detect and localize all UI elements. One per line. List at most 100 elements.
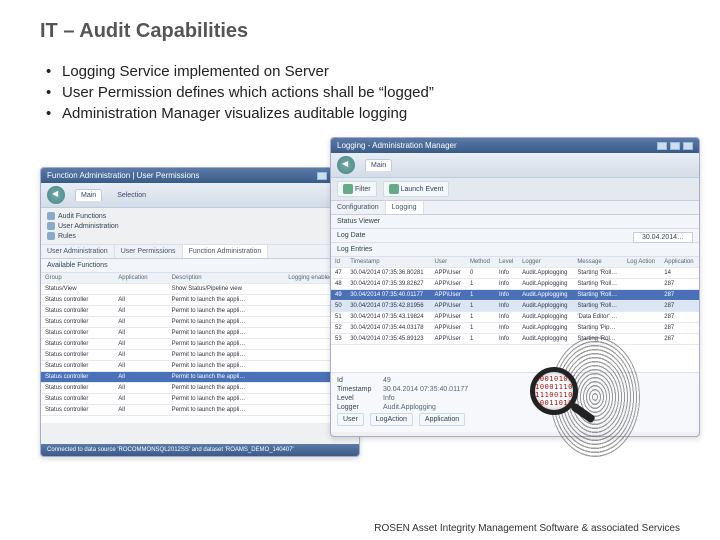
- table-cell: [114, 284, 167, 295]
- table-cell: All: [114, 405, 167, 416]
- table-row[interactable]: Status controllerAllPermit to launch the…: [41, 350, 359, 361]
- table-cell: 30.04/2014 07:35:45.89123: [346, 334, 430, 345]
- table-cell: Status controller: [41, 350, 114, 361]
- column-header[interactable]: Group: [41, 273, 114, 284]
- functions-table-wrap[interactable]: GroupApplicationDescriptionLogging enabl…: [41, 273, 359, 423]
- detail-chip-user[interactable]: User: [337, 413, 364, 426]
- detail-chip-application[interactable]: Application: [419, 413, 465, 426]
- table-cell: 30.04/2014 07:35:42.81956: [346, 301, 430, 312]
- sidebar-item-label: Rules: [58, 233, 76, 240]
- sidebar-item[interactable]: Audit Functions: [47, 211, 353, 221]
- log-date-row: Log Date 30.04.2014…: [331, 229, 699, 243]
- detail-ts-value: 30.04.2014 07:35:40.01177: [383, 386, 468, 393]
- sidebar-item[interactable]: User Administration: [47, 221, 353, 231]
- table-cell: 52: [331, 323, 346, 334]
- column-header[interactable]: Timestamp: [346, 257, 430, 268]
- log-date-value[interactable]: 30.04.2014…: [633, 232, 693, 243]
- table-row[interactable]: 5130.04/2014 07:35:43.19824APP\User1Info…: [331, 312, 699, 323]
- table-row[interactable]: 4930.04/2014 07:35:40.01177APP\User1Info…: [331, 290, 699, 301]
- column-header[interactable]: User: [430, 257, 466, 268]
- table-row[interactable]: Status controllerAllPermit to launch the…: [41, 339, 359, 350]
- table-cell: Status controller: [41, 339, 114, 350]
- tab-configuration[interactable]: Configuration: [331, 201, 386, 214]
- minimize-icon[interactable]: [657, 142, 667, 150]
- column-header[interactable]: Application: [114, 273, 167, 284]
- table-cell: All: [114, 295, 167, 306]
- detail-ts-label: Timestamp: [337, 386, 377, 393]
- table-cell: Audit.Applogging: [518, 301, 573, 312]
- bullet-item: Logging Service implemented on Server: [40, 63, 680, 80]
- subtab[interactable]: User Permissions: [115, 245, 183, 258]
- table-row[interactable]: Status controllerAllPermit to launch the…: [41, 317, 359, 328]
- table-cell: Info: [495, 290, 518, 301]
- table-cell: Status controller: [41, 394, 114, 405]
- table-row[interactable]: 5230.04/2014 07:35:44.03178APP\User1Info…: [331, 323, 699, 334]
- table-cell: All: [114, 394, 167, 405]
- table-cell: Status controller: [41, 405, 114, 416]
- column-header[interactable]: Description: [168, 273, 285, 284]
- table-cell: 1: [466, 312, 495, 323]
- table-cell: Permit to launch the appli…: [168, 306, 285, 317]
- table-cell: Permit to launch the appli…: [168, 361, 285, 372]
- column-header[interactable]: Message: [573, 257, 623, 268]
- table-cell: Status/View: [41, 284, 114, 295]
- table-row[interactable]: Status controllerAllPermit to launch the…: [41, 405, 359, 416]
- table-cell: 51: [331, 312, 346, 323]
- table-row[interactable]: 4830.04/2014 07:35:39.82627APP\User1Info…: [331, 279, 699, 290]
- table-cell: 49: [331, 290, 346, 301]
- table-row[interactable]: Status controllerAllPermit to launch the…: [41, 383, 359, 394]
- table-cell: 287: [660, 334, 699, 345]
- table-row[interactable]: Status controllerAllPermit to launch the…: [41, 361, 359, 372]
- back-icon[interactable]: [337, 156, 355, 174]
- detail-chip-logaction[interactable]: LogAction: [370, 413, 413, 426]
- table-cell: Starting 'Roll…: [573, 290, 623, 301]
- column-header[interactable]: Application: [660, 257, 699, 268]
- sidebar-item-label: User Administration: [58, 223, 119, 230]
- magnifier-icon: 10010100 10001110 11100110 10011010: [530, 367, 590, 427]
- table-cell: Starting 'Pip…: [573, 323, 623, 334]
- table-row[interactable]: Status/ViewShow Status/Pipeline view: [41, 284, 359, 295]
- minimize-icon[interactable]: [317, 172, 327, 180]
- table-cell: 287: [660, 312, 699, 323]
- sidebar-item[interactable]: Rules: [47, 231, 353, 241]
- table-cell: APP\User: [430, 312, 466, 323]
- table-row[interactable]: Status controllerAllPermit to launch the…: [41, 394, 359, 405]
- tab-logging[interactable]: Logging: [386, 201, 424, 214]
- titlebar: Logging - Administration Manager: [331, 138, 699, 153]
- subtab[interactable]: User Administration: [41, 245, 115, 258]
- titlebar: Function Administration | User Permissio…: [41, 168, 359, 183]
- column-header[interactable]: Logger: [518, 257, 573, 268]
- table-cell: All: [114, 328, 167, 339]
- column-header[interactable]: Method: [466, 257, 495, 268]
- table-row[interactable]: Status controllerAllPermit to launch the…: [41, 306, 359, 317]
- table-row[interactable]: 5030.04/2014 07:35:42.81956APP\User1Info…: [331, 301, 699, 312]
- folder-icon: [47, 232, 55, 240]
- table-cell: Info: [495, 334, 518, 345]
- table-cell: Audit.Applogging: [518, 268, 573, 279]
- table-cell: 1: [466, 301, 495, 312]
- close-icon[interactable]: [683, 142, 693, 150]
- back-icon[interactable]: [47, 186, 65, 204]
- column-header[interactable]: Level: [495, 257, 518, 268]
- table-cell: 1: [466, 290, 495, 301]
- filter-button[interactable]: Filter: [337, 181, 377, 197]
- table-row[interactable]: Status controllerAllPermit to launch the…: [41, 372, 359, 383]
- subtab[interactable]: Function Administration: [183, 245, 269, 258]
- bullet-item: Administration Manager visualizes audita…: [40, 105, 680, 122]
- table-row[interactable]: 4730.04/2014 07:35:36.80281APP\User0Info…: [331, 268, 699, 279]
- window-controls[interactable]: [657, 142, 693, 150]
- toolbar: Filter Launch Event: [331, 178, 699, 201]
- ribbon-tab-selection[interactable]: Selection: [112, 190, 151, 201]
- ribbon-tab-main[interactable]: Main: [75, 189, 102, 201]
- fingerprint-graphic: 10010100 10001110 11100110 10011010: [540, 337, 650, 457]
- column-header[interactable]: Id: [331, 257, 346, 268]
- launch-event-button[interactable]: Launch Event: [383, 181, 450, 197]
- column-header[interactable]: Log Action: [623, 257, 660, 268]
- table-row[interactable]: Status controllerAllPermit to launch the…: [41, 295, 359, 306]
- maximize-icon[interactable]: [670, 142, 680, 150]
- table-row[interactable]: Status controllerAllPermit to launch the…: [41, 328, 359, 339]
- ribbon-tab-main[interactable]: Main: [365, 159, 392, 171]
- filter-label: Filter: [355, 186, 371, 193]
- table-cell: Info: [495, 323, 518, 334]
- table-cell: [623, 312, 660, 323]
